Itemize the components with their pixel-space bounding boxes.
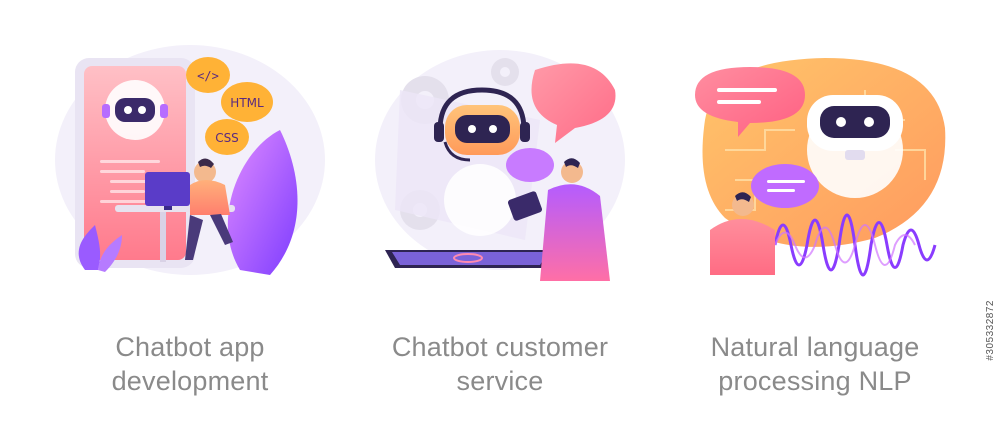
caption-line: Chatbot app <box>115 332 265 362</box>
caption-line: Natural language <box>710 332 920 362</box>
caption-line: development <box>111 366 269 396</box>
illustration-caption: Natural language processing NLP <box>665 330 965 398</box>
badge-text: HTML <box>230 96 264 110</box>
badge-text: CSS <box>215 131 239 145</box>
chatbot-customer-service-art <box>375 50 625 281</box>
speech-bubble-small <box>751 164 819 208</box>
caption-line: service <box>456 366 544 396</box>
speech-bubble-small <box>506 148 554 182</box>
illustration-caption: Chatbot app development <box>40 330 340 398</box>
person-body <box>190 180 230 215</box>
illustration-chatbot-app-development: </> HTML CSS Chatbot app development <box>40 0 340 428</box>
illustration-caption: Chatbot customer service <box>350 330 650 398</box>
illustration-chatbot-customer-service: Chatbot customer service <box>350 0 650 428</box>
badge-text: </> <box>197 69 219 83</box>
illustration-natural-language-processing: Natural language processing NLP <box>665 0 965 428</box>
person-body <box>710 219 775 275</box>
robot-body <box>444 164 516 236</box>
monitor <box>145 172 190 206</box>
chatbot-app-development-art: </> HTML CSS <box>55 45 325 275</box>
nlp-art <box>695 58 946 277</box>
stock-image-id: #305332872 <box>985 300 996 361</box>
caption-line: processing NLP <box>718 366 912 396</box>
caption-line: Chatbot customer <box>391 332 609 362</box>
person-body <box>540 184 610 281</box>
